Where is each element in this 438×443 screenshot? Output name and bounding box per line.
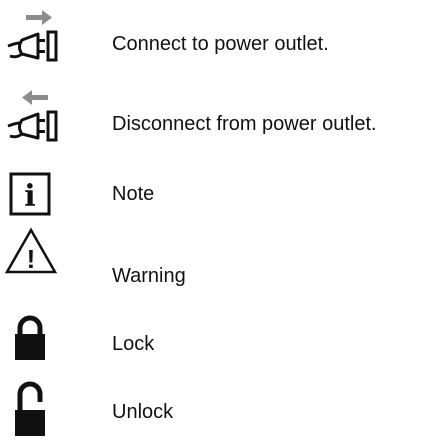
legend-row-connect: Connect to power outlet. bbox=[0, 0, 438, 66]
warning-mark: ! bbox=[27, 244, 36, 274]
lock-open-icon bbox=[15, 381, 45, 436]
legend-label-disconnect: Disconnect from power outlet. bbox=[112, 113, 377, 135]
info-note-icon: i bbox=[9, 172, 51, 216]
legend-label-lock: Lock bbox=[112, 333, 155, 355]
legend-label-unlock: Unlock bbox=[112, 401, 174, 423]
legend-label-connect: Connect to power outlet. bbox=[112, 33, 329, 55]
lock-closed-icon bbox=[15, 315, 45, 360]
legend-row-lock: Lock bbox=[0, 314, 438, 364]
plug-disconnect-icon bbox=[7, 90, 58, 142]
legend-label-note: Note bbox=[112, 183, 155, 205]
legend-row-unlock: Unlock bbox=[0, 380, 438, 440]
warning-triangle-icon: ! bbox=[4, 227, 58, 274]
legend-row-note: i Note bbox=[0, 170, 438, 220]
legend-row-disconnect: Disconnect from power outlet. bbox=[0, 80, 438, 146]
legend-row-warning: ! Warning bbox=[0, 226, 438, 287]
note-letter: i bbox=[24, 179, 35, 214]
legend-label-warning: Warning bbox=[112, 265, 186, 287]
plug-connect-icon bbox=[7, 10, 58, 62]
